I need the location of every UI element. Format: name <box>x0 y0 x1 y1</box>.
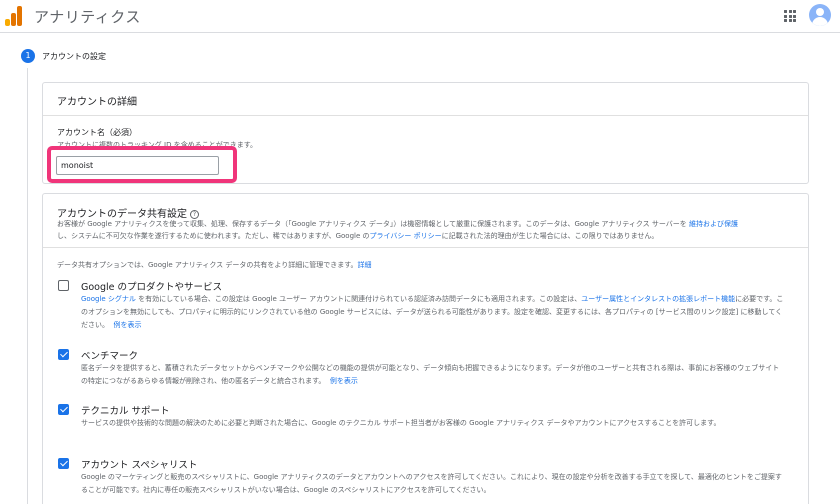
account-details-card: アカウントの詳細 アカウント名（必須） アカウントに複数のトラッキング ID を… <box>42 82 809 184</box>
account-name-label: アカウント名（必須） <box>57 128 137 137</box>
account-specialists-checkbox[interactable] <box>58 458 69 469</box>
demographics-reports-link[interactable]: ユーザー属性とインタレストの拡張レポート機能 <box>581 295 735 303</box>
account-details-title: アカウントの詳細 <box>57 97 137 108</box>
option-title: アカウント スペシャリスト <box>81 460 198 471</box>
option-title: Google のプロダクトやサービス <box>81 282 223 293</box>
option-description: Google シグナル を有効にしている場合、この設定は Google ユーザー… <box>81 293 786 332</box>
show-example-link[interactable]: 例を表示 <box>330 377 358 385</box>
option-description: サービスの提供や技術的な問題の解決のために必要と判断された場合に、Google … <box>81 419 721 427</box>
option-description: Google のマーケティングと販売のスペシャリストに、Google アナリティ… <box>81 473 782 494</box>
data-sharing-title: アカウントのデータ共有設定? <box>57 205 199 220</box>
maintain-protect-link[interactable]: 維持および保護 <box>689 220 738 228</box>
card-divider <box>43 115 808 116</box>
benchmarking-checkbox[interactable] <box>58 349 69 360</box>
step-title: アカウントの設定 <box>42 52 106 61</box>
option-description-text: 匿名データを提供すると、蓄積されたデータセットからベンチマークや公開などの機能の… <box>81 364 780 385</box>
option-description-text: を有効にしている場合、この設定は Google ユーザー アカウントに関連付けら… <box>135 295 582 303</box>
google-signals-link[interactable]: Google シグナル <box>81 295 136 303</box>
sharing-options-intro-text: データ共有オプションでは、Google アナリティクス データの共有をより詳細に… <box>57 261 358 269</box>
analytics-logo-icon[interactable] <box>5 6 23 26</box>
app-title: アナリティクス <box>34 8 141 26</box>
intro-text-1: お客様が Google アナリティクスを使って収集、処理、保存するデータ（「Go… <box>57 220 689 228</box>
card-divider <box>43 247 808 248</box>
top-app-bar: アナリティクス <box>0 0 840 33</box>
option-title: テクニカル サポート <box>81 406 170 417</box>
highlight-frame <box>47 146 237 183</box>
show-example-link[interactable]: 例を表示 <box>113 321 141 329</box>
apps-grid-icon[interactable] <box>784 10 796 22</box>
help-icon[interactable]: ? <box>190 210 199 219</box>
learn-more-link[interactable]: 詳細 <box>358 261 372 269</box>
account-name-input[interactable] <box>56 156 219 175</box>
sharing-options-intro: データ共有オプションでは、Google アナリティクス データの共有をより詳細に… <box>57 260 372 272</box>
step-connector-line <box>27 68 28 504</box>
data-sharing-card: アカウントのデータ共有設定? お客様が Google アナリティクスを使って収集… <box>42 193 809 504</box>
step-number-badge: 1 <box>21 49 35 63</box>
option-description: 匿名データを提供すると、蓄積されたデータセットからベンチマークや公開などの機能の… <box>81 362 786 388</box>
intro-text-2: し、システムに不可欠な作業を遂行するために使われます。ただし、稀ではありますが、… <box>57 231 370 240</box>
technical-support-checkbox[interactable] <box>58 404 69 415</box>
option-title: ベンチマーク <box>81 351 139 362</box>
account-avatar-icon[interactable] <box>809 4 831 26</box>
privacy-policy-link[interactable]: プライバシー ポリシー <box>370 232 442 240</box>
google-products-checkbox[interactable] <box>58 280 69 291</box>
intro-text-3: に記載された法的理由が生じた場合には、この限りではありません。 <box>441 231 659 240</box>
data-sharing-intro: お客様が Google アナリティクスを使って収集、処理、保存するデータ（「Go… <box>57 219 797 242</box>
